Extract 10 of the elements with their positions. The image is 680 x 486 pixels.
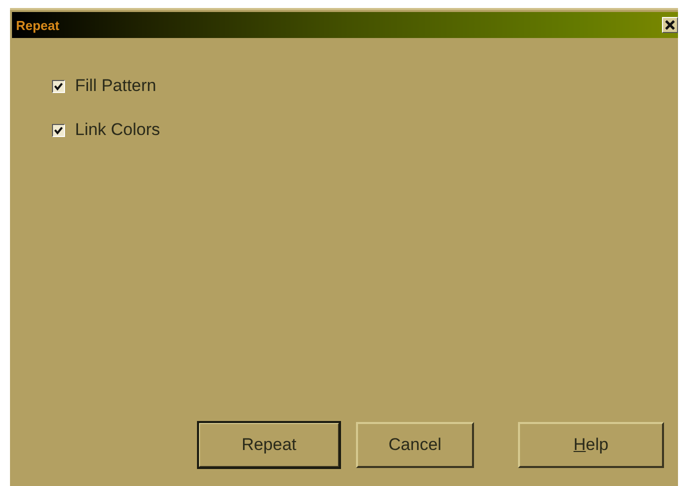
dialog-button[interactable]: Help [518,422,664,468]
dialog-button[interactable]: Cancel [356,422,474,468]
window-title: Repeat [16,18,60,32]
checkbox-label: Link Colors [75,120,160,140]
checkbox[interactable] [52,80,65,92]
close-icon [665,20,675,30]
checkbox[interactable] [52,124,65,136]
close-button[interactable] [662,17,678,33]
dialog-button[interactable]: Repeat [198,422,340,468]
checkbox-label: Fill Pattern [75,76,156,96]
